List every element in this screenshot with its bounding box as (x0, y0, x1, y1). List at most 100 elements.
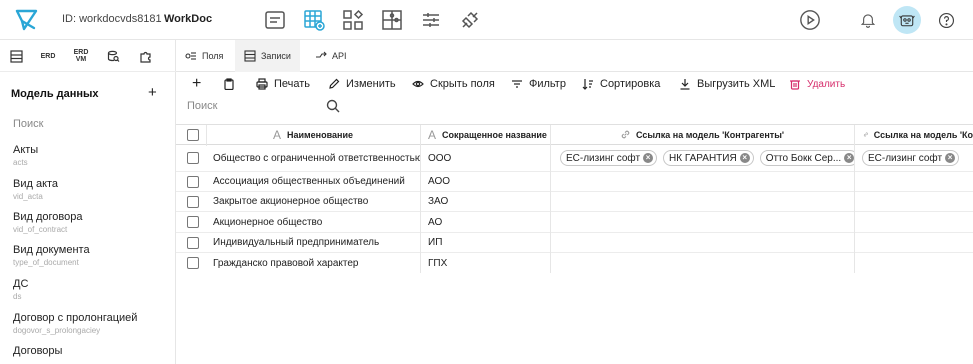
sidebar-search-input[interactable]: Поиск (13, 118, 43, 130)
top-bar: ID: workdocvds8181 WorkDoc (0, 0, 973, 40)
records-search[interactable]: Поиск (187, 99, 347, 115)
app-id: ID: workdocvds8181 (62, 13, 162, 25)
sidebar-tab-erd-vm[interactable]: ERD VM (73, 48, 89, 64)
link-chip[interactable]: ЕС-лизинг софт × (560, 150, 658, 166)
sidebar-item-label: Вид акта (13, 178, 59, 190)
tab-label: Поля (202, 51, 224, 61)
column-header-link-2[interactable]: Ссылка на модель 'Ко (854, 125, 973, 144)
trash-icon (790, 80, 800, 90)
puzzle-icon[interactable] (380, 8, 404, 32)
table-row[interactable]: Закрытое акционерное общество ЗАО (176, 192, 973, 212)
sidebar-title: Модель данных (11, 88, 99, 100)
sliders-icon[interactable] (419, 8, 443, 32)
table-add-icon[interactable] (302, 8, 326, 32)
remove-chip-icon[interactable]: × (643, 153, 654, 163)
bell-icon[interactable] (857, 9, 879, 31)
sidebar-item-sublabel: acts (13, 158, 28, 167)
sidebar-item-label: Вид документа (13, 244, 90, 256)
row-checkbox[interactable] (187, 253, 201, 273)
tab-records[interactable]: Записи (235, 40, 300, 72)
sort-button[interactable]: Сортировка (582, 78, 660, 90)
tab-fields[interactable]: Поля (176, 40, 232, 72)
sidebar-item-dogovory[interactable]: Договоры (13, 345, 62, 357)
tab-label: Записи (261, 51, 291, 61)
edit-button[interactable]: Изменить (328, 78, 396, 90)
add-record-button[interactable]: + (192, 75, 201, 93)
tab-label: API (332, 51, 347, 61)
cell-short[interactable]: АОО (428, 172, 548, 191)
table-row[interactable]: Общество с ограниченной ответственностью… (176, 145, 973, 172)
link-chip[interactable]: ЕС-лизинг софт × (862, 150, 960, 166)
column-header-name[interactable]: A Наименование (206, 125, 420, 144)
sort-label: Сортировка (600, 78, 661, 90)
table-row[interactable]: Гражданско правовой характер ГПХ (176, 253, 973, 273)
add-model-button[interactable]: + (148, 85, 157, 100)
sidebar-item-dogovor-s-prolongaciey[interactable]: Договор с пролонгацией dogovor_s_prolong… (13, 312, 137, 335)
hide-fields-button[interactable]: Скрыть поля (412, 78, 495, 90)
cell-short[interactable]: ИП (428, 233, 548, 252)
sidebar-tab-erd[interactable]: ERD (40, 48, 56, 64)
row-checkbox[interactable] (187, 233, 201, 252)
pencil-icon (329, 78, 340, 89)
sidebar-item-vid-of-contract[interactable]: Вид договора vid_of_contract (13, 211, 82, 234)
table-header: A Наименование A Сокращенное название Сс… (176, 124, 973, 146)
plug-icon[interactable] (458, 8, 482, 32)
search-db-icon[interactable] (106, 48, 120, 64)
table-row[interactable]: Акционерное общество АО (176, 212, 973, 233)
nodes-icon[interactable] (341, 8, 365, 32)
help-icon[interactable] (935, 9, 957, 31)
filter-icon (512, 80, 522, 88)
remove-chip-icon[interactable]: × (739, 153, 750, 163)
table-row[interactable]: Индивидуальный предприниматель ИП (176, 233, 973, 253)
remove-chip-icon[interactable]: × (945, 153, 956, 163)
cell-name[interactable]: Акционерное общество (213, 212, 420, 232)
sidebar-tab-table-icon[interactable] (9, 48, 23, 64)
search-input[interactable]: Поиск (187, 100, 217, 112)
records-icon (244, 50, 256, 62)
sidebar-item-label: Договоры (13, 345, 63, 357)
column-header-short-name[interactable]: A Сокращенное название (420, 125, 550, 144)
sidebar-item-vid-acta[interactable]: Вид акта vid_acta (13, 178, 58, 201)
cell-short[interactable]: АО (428, 212, 548, 232)
delete-button[interactable]: Удалить (789, 78, 845, 90)
sidebar-item-sublabel: dogovor_s_prolongaciey (13, 326, 101, 335)
avatar-icon[interactable] (893, 6, 921, 34)
table-row[interactable]: Ассоциация общественных объединений АОО (176, 172, 973, 192)
link-chip[interactable]: Отто Бокк Сер... × (759, 150, 854, 166)
sidebar-tabs: ERD ERD VM (0, 40, 176, 72)
app-logo-icon[interactable] (14, 7, 40, 33)
download-icon (680, 79, 690, 90)
row-checkbox[interactable] (187, 192, 201, 211)
tab-api[interactable]: API (306, 40, 356, 72)
cell-name[interactable]: Общество с ограниченной ответственностью (213, 145, 420, 171)
select-all-checkbox[interactable] (187, 125, 201, 144)
cell-name[interactable]: Индивидуальный предприниматель (213, 233, 420, 252)
play-icon[interactable] (798, 8, 822, 32)
export-xml-button[interactable]: Выгрузить XML (679, 78, 775, 90)
cell-short[interactable]: ООО (428, 145, 548, 171)
sidebar-item-acts[interactable]: Акты acts (13, 144, 38, 167)
cell-short[interactable]: ГПХ (428, 253, 548, 273)
cell-link-contractors[interactable]: ЕС-лизинг софт × НК ГАРАНТИЯ × Отто Бокк С… (560, 145, 854, 171)
records-toolbar: + Печать Изменить Скрыть поля Фильтр Сор… (176, 72, 973, 98)
cell-name[interactable]: Ассоциация общественных объединений (213, 172, 420, 191)
cell-name[interactable]: Закрытое акционерное общество (213, 192, 420, 211)
sidebar-puzzle-icon[interactable] (138, 48, 152, 64)
remove-chip-icon[interactable]: × (844, 153, 854, 163)
link-chip[interactable]: НК ГАРАНТИЯ × (663, 150, 754, 166)
cell-link-2[interactable]: ЕС-лизинг софт × (862, 145, 973, 171)
row-checkbox[interactable] (187, 172, 201, 191)
column-header-link-contractors[interactable]: Ссылка на модель 'Контрагенты' (550, 125, 854, 144)
clipboard-button[interactable] (223, 78, 235, 90)
row-checkbox[interactable] (187, 145, 201, 171)
print-button[interactable]: Печать (256, 78, 310, 90)
sidebar-item-type-of-document[interactable]: Вид документа type_of_document (13, 244, 90, 267)
filter-button[interactable]: Фильтр (511, 78, 566, 90)
search-icon[interactable] (326, 99, 340, 116)
edit-label: Изменить (346, 78, 396, 90)
cell-name[interactable]: Гражданско правовой характер (213, 253, 420, 273)
row-checkbox[interactable] (187, 212, 201, 232)
form-icon[interactable] (263, 8, 287, 32)
sidebar-item-ds[interactable]: ДС ds (13, 278, 28, 301)
cell-short[interactable]: ЗАО (428, 192, 548, 211)
